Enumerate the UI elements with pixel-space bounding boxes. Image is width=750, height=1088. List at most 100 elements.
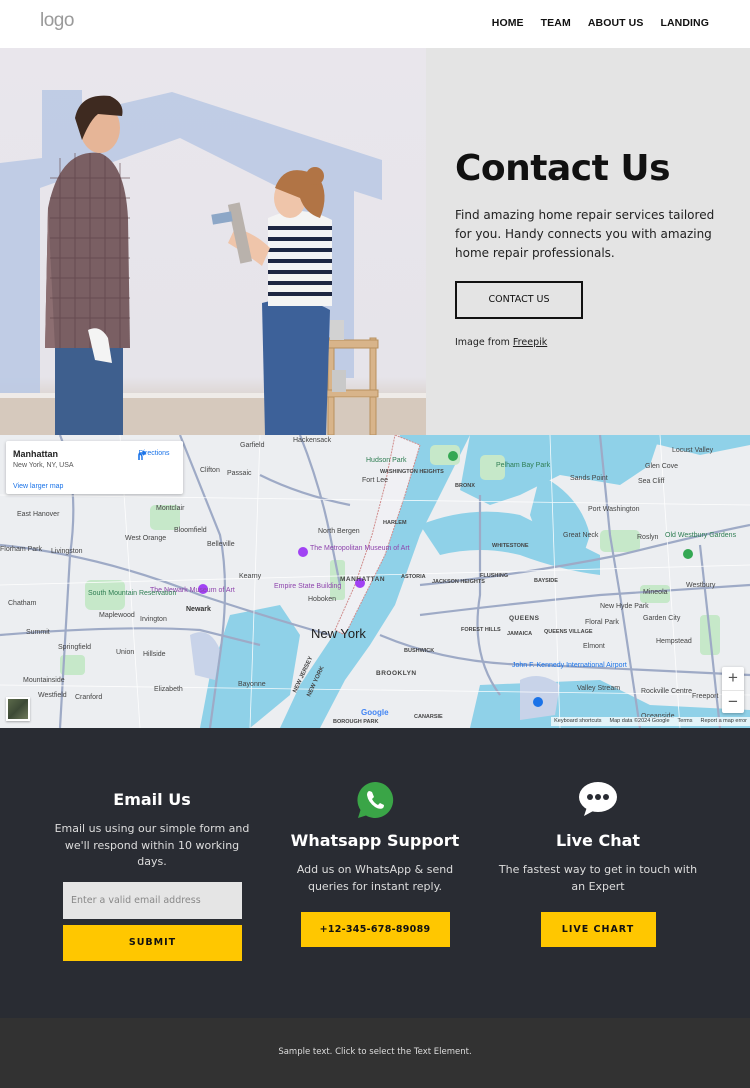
contact-us-button[interactable]: CONTACT US <box>455 281 583 319</box>
map-label-glen-cove: Glen Cove <box>645 463 678 470</box>
map-label-hackensack: Hackensack <box>293 437 332 444</box>
map-label-maplewood: Maplewood <box>99 612 135 619</box>
map-label-rockville-centre: Rockville Centre <box>641 688 692 695</box>
freepik-link[interactable]: Freepik <box>513 337 547 348</box>
map-label-washington-heights: WASHINGTON HEIGHTS <box>380 469 444 475</box>
map-label-borough-park: BOROUGH PARK <box>333 719 378 725</box>
map-label-elizabeth: Elizabeth <box>154 686 183 693</box>
keyboard-shortcuts-link[interactable]: Keyboard shortcuts <box>554 717 601 726</box>
map-label-new-york: New York <box>311 626 366 641</box>
map-label-canarsie: CANARSIE <box>414 714 443 720</box>
map-label-hillside: Hillside <box>143 651 166 658</box>
couple-painting-illustration <box>0 90 426 435</box>
live-chat-description: The fastest way to get in touch with an … <box>498 863 698 893</box>
map-label-queens-village: QUEENS VILLAGE <box>544 629 593 635</box>
logo[interactable]: logo <box>40 10 74 32</box>
google-logo: Google <box>361 708 389 717</box>
map-label-cranford: Cranford <box>75 694 102 701</box>
image-credit: Image from Freepik <box>455 337 725 348</box>
whatsapp-title: Whatsapp Support <box>290 831 460 850</box>
email-title: Email Us <box>113 790 191 809</box>
map-label-chatham: Chatham <box>8 600 37 607</box>
map-label-florham-park: Florham Park <box>0 546 43 553</box>
map-label-locust-valley: Locust Valley <box>672 447 714 454</box>
whatsapp-icon <box>357 781 394 818</box>
map-place-card: Manhattan New York, NY, USA View larger … <box>6 441 183 494</box>
map-label-elmont: Elmont <box>583 643 605 650</box>
map-label-jamaica: JAMAICA <box>507 631 532 637</box>
map-label-livingston: Livingston <box>51 548 83 555</box>
map-label-floral-park: Floral Park <box>585 619 619 626</box>
map-label-manhattan: MANHATTAN <box>340 576 385 583</box>
chat-bubble-icon <box>579 782 617 816</box>
email-description: Email us using our simple form and we'll… <box>54 822 250 868</box>
map-label-westbury: Westbury <box>686 582 716 589</box>
map-label-garfield: Garfield <box>240 442 265 449</box>
site-footer: Sample text. Click to select the Text El… <box>0 1018 750 1088</box>
map-label-met-museum: The Metropolitan Museum of Art <box>310 545 410 552</box>
map-label-fort-lee: Fort Lee <box>362 477 388 484</box>
hero-content: Contact Us Find amazing home repair serv… <box>455 148 725 348</box>
map-label-bronx: BRONX <box>455 483 475 489</box>
map-label-garden-city: Garden City <box>643 615 681 622</box>
nav-team[interactable]: TEAM <box>541 17 571 29</box>
whatsapp-column: Whatsapp Support Add us on WhatsApp & se… <box>275 780 475 947</box>
nav-landing[interactable]: LANDING <box>660 17 709 29</box>
map-label-harlem: HARLEM <box>383 520 407 526</box>
map-label-mineola: Mineola <box>643 589 668 596</box>
live-chat-title: Live Chat <box>555 831 641 850</box>
map-label-jfk: John F. Kennedy International Airport <box>512 662 627 669</box>
map-label-astoria: ASTORIA <box>401 574 426 580</box>
nav-about-us[interactable]: ABOUT US <box>588 17 644 29</box>
nav-home[interactable]: HOME <box>492 17 524 29</box>
whatsapp-number-button[interactable]: +12-345-678-89089 <box>300 912 450 947</box>
email-column: Email Us Email us using our simple form … <box>52 790 252 961</box>
submit-button[interactable]: SUBMIT <box>63 924 242 961</box>
view-larger-map-link[interactable]: View larger map <box>13 483 63 490</box>
map-label-east-hanover: East Hanover <box>17 511 60 518</box>
map-label-empire-state: Empire State Building <box>274 583 341 590</box>
map-label-westfield: Westfield <box>38 692 67 699</box>
map-place-address: New York, NY, USA <box>13 462 74 469</box>
satellite-layer-toggle[interactable] <box>6 697 30 721</box>
zoom-in-button[interactable]: + <box>722 667 744 690</box>
map-label-queens: QUEENS <box>509 615 540 622</box>
map-label-mountainside: Mountainside <box>23 677 65 684</box>
map-label-belleville: Belleville <box>207 541 235 548</box>
hero-image <box>0 48 426 435</box>
map-label-sea-cliff: Sea Cliff <box>638 478 664 485</box>
map-label-brooklyn: BROOKLYN <box>376 670 417 677</box>
map-label-hudson-park: Hudson Park <box>366 457 407 464</box>
map-label-montclair: Montclair <box>156 505 185 512</box>
map-label-jackson-heights: JACKSON HEIGHTS <box>432 579 485 585</box>
terms-link[interactable]: Terms <box>678 717 693 726</box>
map-label-clifton: Clifton <box>200 467 220 474</box>
hero-description: Find amazing home repair services tailor… <box>455 208 715 260</box>
live-chat-button[interactable]: LIVE CHART <box>540 912 656 947</box>
map-label-south-mountain: South Mountain Reservation <box>88 590 176 597</box>
map-label-kearny: Kearny <box>239 573 262 580</box>
map-label-bayside: BAYSIDE <box>534 578 558 584</box>
map-label-irvington: Irvington <box>140 616 167 623</box>
credit-prefix: Image from <box>455 337 513 348</box>
footer-text[interactable]: Sample text. Click to select the Text El… <box>0 1047 750 1057</box>
map-label-summit: Summit <box>26 629 50 636</box>
map-label-west-orange: West Orange <box>125 535 166 542</box>
map-label-springfield: Springfield <box>58 644 91 651</box>
map-label-forest-hills: FOREST HILLS <box>461 627 501 633</box>
map-label-valley-stream: Valley Stream <box>577 685 620 692</box>
map-label-roslyn: Roslyn <box>637 534 659 541</box>
main-nav: HOME TEAM ABOUT US LANDING <box>492 17 709 29</box>
map-label-sands-point: Sands Point <box>570 475 608 482</box>
map-label-whitestone: WHITESTONE <box>492 543 529 549</box>
report-map-error-link[interactable]: Report a map error <box>701 717 747 726</box>
hero-section: Contact Us Find amazing home repair serv… <box>0 48 750 435</box>
zoom-out-button[interactable]: − <box>722 690 744 713</box>
google-map[interactable]: New York MANHATTAN BROOKLYN QUEENS Newar… <box>0 435 750 728</box>
directions-button[interactable]: Directions <box>136 449 172 460</box>
email-input[interactable] <box>63 881 242 919</box>
map-zoom-controls: + − <box>722 667 744 713</box>
map-label-passaic: Passaic <box>227 470 252 477</box>
whatsapp-description: Add us on WhatsApp & send queries for in… <box>296 863 454 893</box>
map-label-bushwick: BUSHWICK <box>404 648 434 654</box>
